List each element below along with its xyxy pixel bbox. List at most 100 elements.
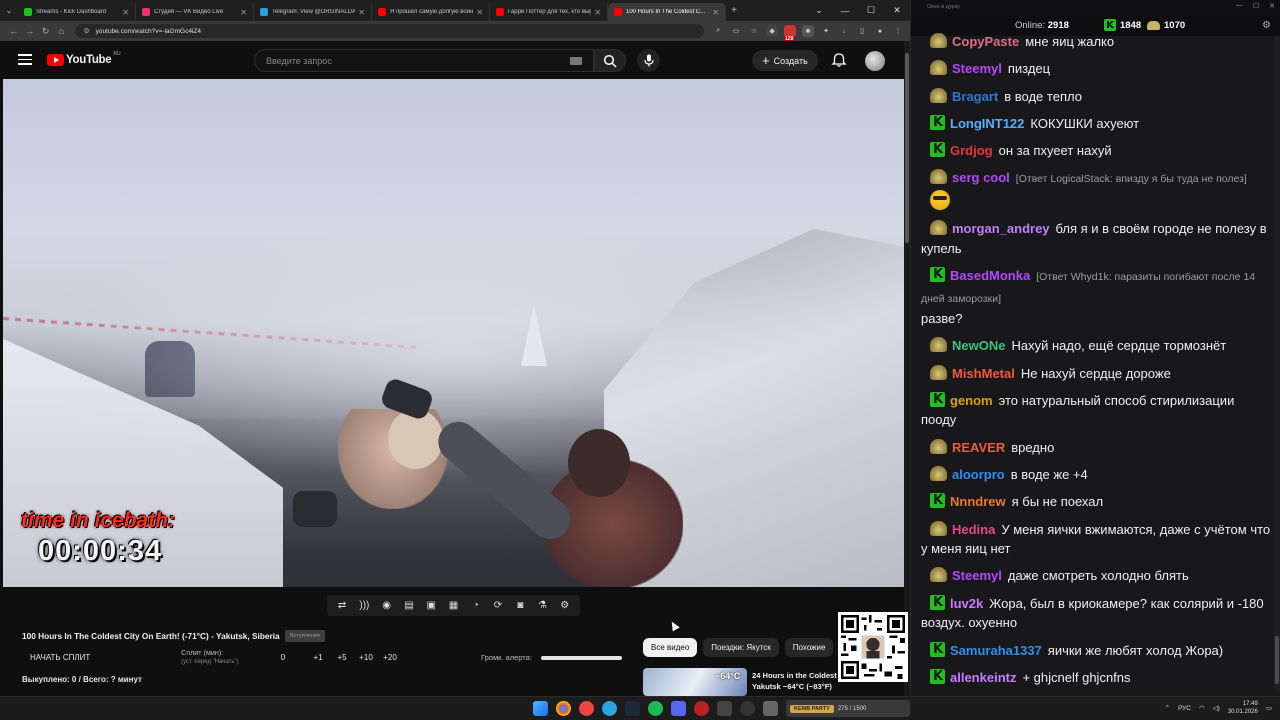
tab-close-icon[interactable]: ✕ xyxy=(712,8,719,17)
tab-close-icon[interactable]: ✕ xyxy=(358,8,365,17)
bookmark-star-icon[interactable]: ☆ xyxy=(748,25,760,37)
chat-username[interactable]: MishMetal xyxy=(952,366,1015,381)
chrome-icon[interactable] xyxy=(556,701,571,716)
tab-close-icon[interactable]: ✕ xyxy=(122,8,129,17)
youtube-logo[interactable]: YouTube RU xyxy=(47,51,121,66)
close-window-button[interactable]: ✕ xyxy=(884,0,910,21)
browser-tab[interactable]: Гарри Поттер для тех, кто выр... ✕ xyxy=(490,3,608,21)
network-icon[interactable]: ◠ xyxy=(1199,704,1205,712)
browser-tab[interactable]: Студия — VK Видео Live ✕ xyxy=(136,3,254,21)
download-icon[interactable]: ↓ xyxy=(838,25,850,37)
pip-icon[interactable]: ▣ xyxy=(424,600,438,612)
chip-trips-yakutsk[interactable]: Поездки: Якутск xyxy=(703,638,779,657)
chat-username[interactable]: aloorpro xyxy=(952,467,1005,482)
voice-search-button[interactable] xyxy=(637,49,660,72)
extension-puzzle-icon[interactable]: ✦ xyxy=(820,25,832,37)
menu-icon[interactable] xyxy=(18,54,32,65)
chat-username[interactable]: LongINT122 xyxy=(950,116,1024,131)
chat-maximize-button[interactable]: ☐ xyxy=(1253,2,1259,10)
create-button[interactable]: + Создать xyxy=(752,50,818,71)
extension-red-icon[interactable]: 128 xyxy=(784,25,797,42)
browser-tab[interactable]: Streams - Kick Dashboard ✕ xyxy=(18,3,136,21)
start-windows-icon[interactable] xyxy=(533,701,548,716)
minimize-button[interactable]: — xyxy=(832,0,858,21)
notification-icon[interactable]: ▭ xyxy=(1266,704,1272,712)
address-bar[interactable]: ⚙ youtube.com/watch?v=-laGmGc4iZ4 xyxy=(75,24,705,38)
app-icon-red[interactable] xyxy=(694,701,709,716)
back-button[interactable]: ← xyxy=(6,26,22,36)
alert-volume-slider[interactable] xyxy=(541,656,622,660)
chat-username[interactable]: allenkeintz xyxy=(950,670,1016,685)
loop-icon[interactable]: ⇄ xyxy=(335,600,349,612)
chat-username[interactable]: serg cool xyxy=(952,170,1010,185)
chapter-badge[interactable]: Вступление xyxy=(285,630,326,642)
site-info-icon[interactable]: ⚙ xyxy=(83,27,89,35)
notifications-bell-icon[interactable] xyxy=(831,52,847,68)
extension-shield-icon[interactable]: ■ xyxy=(802,25,815,37)
app-icon-gray[interactable] xyxy=(763,701,778,716)
audio-icon[interactable]: ))) xyxy=(357,600,371,612)
tray-overflow-icon[interactable]: ⌃ xyxy=(1164,704,1169,712)
extension-icon[interactable]: ◆ xyxy=(766,25,779,37)
reload-button[interactable]: ↻ xyxy=(38,26,54,37)
chat-username[interactable]: luv2k xyxy=(950,596,983,611)
chat-settings-icon[interactable]: ⚙ xyxy=(1262,20,1271,31)
rotate-icon[interactable]: ⟳ xyxy=(491,600,505,612)
maximize-button[interactable]: ☐ xyxy=(858,0,884,21)
start-split-button[interactable]: НАЧАТЬ СПЛИТ xyxy=(30,653,90,662)
keyboard-icon[interactable] xyxy=(570,57,582,65)
video-player[interactable]: time in icebath: 00:00:34 xyxy=(3,79,904,587)
tab-search-icon[interactable]: ⌄ xyxy=(0,2,18,20)
volume-icon[interactable]: ◁) xyxy=(1213,704,1220,712)
new-tab-button[interactable]: + xyxy=(726,5,742,16)
steam-icon[interactable] xyxy=(625,701,640,716)
flask-icon[interactable]: ⚗ xyxy=(536,600,550,612)
tab-list-icon[interactable]: ⌄ xyxy=(806,0,832,21)
app-icon-dark[interactable] xyxy=(717,701,732,716)
cast-icon[interactable]: ▭ xyxy=(730,25,742,37)
chat-close-button[interactable]: ✕ xyxy=(1269,2,1275,10)
chat-username[interactable]: NewONe xyxy=(952,338,1005,353)
discord-icon[interactable] xyxy=(671,701,686,716)
speed-icon[interactable]: ◔ xyxy=(469,600,483,612)
chat-username[interactable]: Nnndrew xyxy=(950,494,1006,509)
screenshot-icon[interactable]: ◙ xyxy=(513,600,527,612)
cinema-icon[interactable]: ▦ xyxy=(446,600,460,612)
account-avatar[interactable] xyxy=(865,51,885,71)
chat-username[interactable]: Grdjog xyxy=(950,143,993,158)
browser-tab[interactable]: Я прошел самую долгую войну... ✕ xyxy=(372,3,490,21)
browser-tab[interactable]: Telegram: View @ORGINALDA... ✕ xyxy=(254,3,372,21)
settings-gear-icon[interactable]: ⚙ xyxy=(558,600,572,612)
browser-menu-icon[interactable]: ⋮ xyxy=(892,25,904,37)
split-add-1-button[interactable]: +1 xyxy=(306,653,330,662)
chat-minimize-button[interactable]: — xyxy=(1236,2,1243,10)
split-add-10-button[interactable]: +10 xyxy=(354,653,378,662)
chip-related[interactable]: Похожие xyxy=(784,638,834,657)
search-button[interactable] xyxy=(594,49,626,72)
chat-username[interactable]: CopyPaste xyxy=(952,34,1019,49)
tab-close-icon[interactable]: ✕ xyxy=(476,8,483,17)
chat-username[interactable]: Hedina xyxy=(952,522,995,537)
home-button[interactable]: ⌂ xyxy=(54,26,70,36)
browser-tab[interactable]: 100 Hours In The Coldest C... ✕ xyxy=(608,3,726,21)
chat-username[interactable]: Steemyl xyxy=(952,568,1002,583)
spotify-icon[interactable] xyxy=(648,701,663,716)
chat-username[interactable]: Bragart xyxy=(952,89,998,104)
chat-username[interactable]: Steemyl xyxy=(952,61,1002,76)
chat-username[interactable]: genom xyxy=(950,393,993,408)
film-icon[interactable]: ▤ xyxy=(402,600,416,612)
language-indicator[interactable]: РУС xyxy=(1178,705,1191,712)
chat-username[interactable]: REAVER xyxy=(952,440,1005,455)
watch-icon[interactable]: ◉ xyxy=(380,600,394,612)
chat-username[interactable]: morgan_andrey xyxy=(952,221,1050,236)
chat-scrollbar[interactable] xyxy=(1274,36,1280,691)
clock[interactable]: 17:49 30.01.2026 xyxy=(1228,700,1258,716)
profile-icon[interactable]: ● xyxy=(874,25,886,37)
tab-close-icon[interactable]: ✕ xyxy=(240,8,247,17)
split-add-20-button[interactable]: +20 xyxy=(378,653,402,662)
telegram-app-icon[interactable] xyxy=(602,701,617,716)
chat-username[interactable]: Samuraha1337 xyxy=(950,643,1042,658)
tab-close-icon[interactable]: ✕ xyxy=(594,8,601,17)
browser-app-icon[interactable] xyxy=(579,701,594,716)
zoom-icon[interactable]: ⌕ xyxy=(712,25,724,37)
